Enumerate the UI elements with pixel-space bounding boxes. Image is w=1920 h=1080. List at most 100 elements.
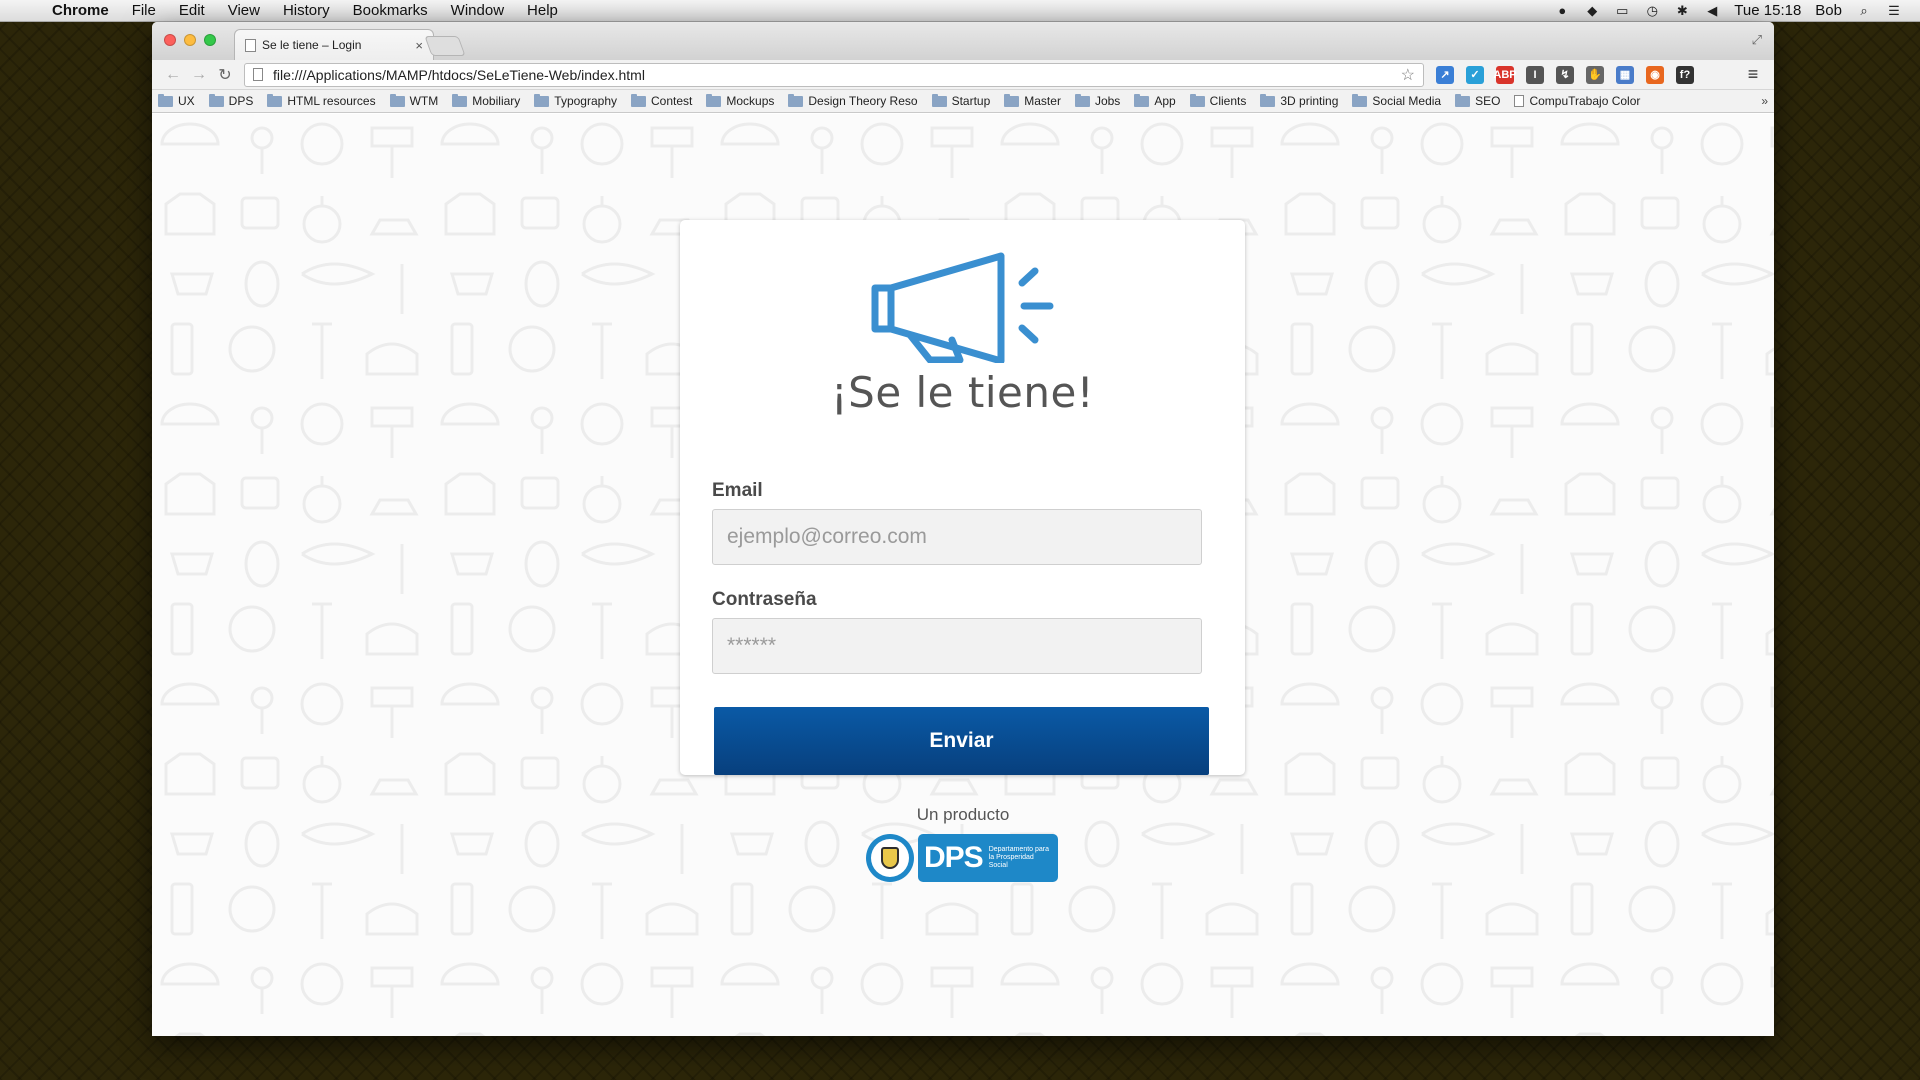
- time-machine-icon[interactable]: ◷: [1644, 3, 1660, 19]
- menubar-user[interactable]: Bob: [1815, 2, 1842, 19]
- page-icon: [253, 68, 263, 81]
- fullscreen-icon[interactable]: ⤢: [1752, 32, 1762, 48]
- bookmark-folder[interactable]: Startup: [931, 93, 990, 108]
- folder-icon: [208, 93, 224, 107]
- password-field[interactable]: [712, 618, 1202, 674]
- bookmark-folder[interactable]: Typography: [534, 93, 617, 108]
- product-by-text: Un producto: [916, 805, 1010, 824]
- menu-file[interactable]: File: [132, 2, 156, 19]
- chrome-menu-icon[interactable]: ≡: [1740, 64, 1766, 85]
- bookmark-folder[interactable]: 3D printing: [1260, 93, 1338, 108]
- volume-icon[interactable]: ◀: [1704, 3, 1720, 19]
- notification-center-icon[interactable]: ☰: [1886, 3, 1902, 19]
- bookmark-folder[interactable]: SEO: [1455, 93, 1501, 108]
- folder-icon: [1189, 93, 1205, 107]
- extension-icon[interactable]: ↯: [1556, 65, 1574, 84]
- dps-full-name: Departamento para la Prosperidad Social: [988, 846, 1050, 869]
- airplay-icon[interactable]: ▭: [1614, 3, 1630, 19]
- extension-icon[interactable]: ✓: [1466, 65, 1484, 84]
- bookmark-folder[interactable]: Design Theory Reso: [788, 93, 918, 108]
- menubar-clock[interactable]: Tue 15:18: [1734, 2, 1801, 19]
- dropbox-icon[interactable]: ◆: [1584, 3, 1600, 19]
- forward-arrow-icon[interactable]: →: [186, 66, 212, 84]
- bookmark-label: DPS: [228, 94, 254, 108]
- bookmark-label: HTML resources: [287, 94, 376, 108]
- tab-strip: Se le tiene – Login × ⤢: [152, 22, 1774, 60]
- menu-history[interactable]: History: [283, 2, 330, 19]
- bookmark-label: WTM: [409, 94, 439, 108]
- page-viewport: ¡Se le tiene! Email Contraseña Enviar Un…: [152, 114, 1774, 1036]
- folder-icon: [706, 93, 722, 107]
- tab-close-icon[interactable]: ×: [415, 38, 423, 53]
- extension-icons: ↗ ✓ ABP I ↯ ✋ ▦ ◉ f?: [1436, 65, 1694, 84]
- extension-icon[interactable]: ABP: [1493, 65, 1517, 84]
- folder-icon: [1074, 93, 1090, 107]
- evernote-icon[interactable]: ●: [1554, 3, 1570, 19]
- zoom-window-button[interactable]: [204, 34, 216, 46]
- bookmark-folder[interactable]: WTM: [389, 93, 439, 108]
- minimize-window-button[interactable]: [184, 34, 196, 46]
- menu-app-chrome[interactable]: Chrome: [52, 2, 109, 19]
- folder-icon: [1004, 93, 1020, 107]
- extension-icon[interactable]: ▦: [1616, 65, 1634, 84]
- menu-window[interactable]: Window: [451, 2, 504, 19]
- bookmark-label: Contest: [651, 94, 693, 108]
- bookmark-folder[interactable]: Clients: [1189, 93, 1246, 108]
- menu-bookmarks[interactable]: Bookmarks: [353, 2, 428, 19]
- bookmark-folder[interactable]: Jobs: [1074, 93, 1120, 108]
- new-tab-button[interactable]: [424, 36, 466, 56]
- mac-menubar: Chrome File Edit View History Bookmarks …: [0, 0, 1920, 22]
- megaphone-icon: [871, 252, 1054, 363]
- bookmark-label: Social Media: [1372, 94, 1442, 108]
- password-label: Contraseña: [712, 589, 817, 610]
- bookmarks-overflow-button[interactable]: »: [1761, 94, 1768, 108]
- bookmark-folder[interactable]: DPS: [208, 93, 254, 108]
- folder-icon: [534, 93, 550, 107]
- page-icon: [245, 38, 256, 52]
- extension-icon[interactable]: I: [1526, 65, 1544, 84]
- menu-help[interactable]: Help: [527, 2, 558, 19]
- folder-icon: [1455, 93, 1471, 107]
- brand-title: ¡Se le tiene!: [830, 368, 1095, 417]
- bookmark-folder[interactable]: HTML resources: [267, 93, 376, 108]
- dps-badge: DPS Departamento para la Prosperidad Soc…: [918, 834, 1058, 882]
- folder-icon: [631, 93, 646, 107]
- tab-active[interactable]: Se le tiene – Login ×: [234, 29, 434, 60]
- extension-icon[interactable]: ↗: [1436, 65, 1454, 84]
- dps-logo[interactable]: DPS Departamento para la Prosperidad Soc…: [866, 834, 1058, 882]
- bookmark-folder[interactable]: Social Media: [1352, 93, 1442, 108]
- bookmark-folder[interactable]: Master: [1004, 93, 1061, 108]
- folder-icon: [788, 93, 804, 107]
- bookmark-star-icon[interactable]: ☆: [1401, 65, 1415, 85]
- spotlight-search-icon[interactable]: ⌕: [1856, 3, 1872, 19]
- folder-icon: [158, 93, 173, 107]
- reload-icon[interactable]: ↻: [212, 65, 238, 85]
- bookmark-folder[interactable]: Mockups: [706, 93, 774, 108]
- dps-short-name: DPS: [924, 841, 984, 874]
- extension-icon[interactable]: ✋: [1586, 65, 1604, 84]
- email-field[interactable]: [712, 509, 1202, 565]
- menu-view[interactable]: View: [228, 2, 260, 19]
- bookmark-label: SEO: [1475, 94, 1501, 108]
- url-text[interactable]: file:///Applications/MAMP/htdocs/SeLeTie…: [273, 67, 645, 83]
- menu-edit[interactable]: Edit: [179, 2, 205, 19]
- bookmark-folder[interactable]: App: [1134, 93, 1176, 108]
- bookmark-label: App: [1154, 94, 1176, 108]
- tab-title: Se le tiene – Login: [262, 38, 362, 52]
- bookmark-label: Master: [1024, 94, 1061, 108]
- bookmark-page[interactable]: CompuTrabajo Color: [1514, 94, 1640, 108]
- bookmark-folder[interactable]: UX: [158, 93, 195, 108]
- close-window-button[interactable]: [164, 34, 176, 46]
- submit-button[interactable]: Enviar: [714, 707, 1209, 775]
- extension-icon[interactable]: ◉: [1646, 65, 1664, 84]
- address-bar[interactable]: file:///Applications/MAMP/htdocs/SeLeTie…: [244, 62, 1424, 87]
- folder-icon: [931, 93, 947, 107]
- bluetooth-icon[interactable]: ✱: [1674, 3, 1690, 19]
- bookmark-folder[interactable]: Contest: [631, 93, 693, 108]
- extension-icon[interactable]: f?: [1676, 65, 1694, 84]
- bookmark-label: Typography: [554, 94, 617, 108]
- bookmark-folder[interactable]: Mobiliary: [452, 93, 521, 108]
- bookmarks-bar: UX DPS HTML resources WTM Mobiliary Typograph…: [152, 90, 1774, 113]
- bookmark-label: Mobiliary: [472, 94, 521, 108]
- back-arrow-icon[interactable]: ←: [160, 66, 186, 84]
